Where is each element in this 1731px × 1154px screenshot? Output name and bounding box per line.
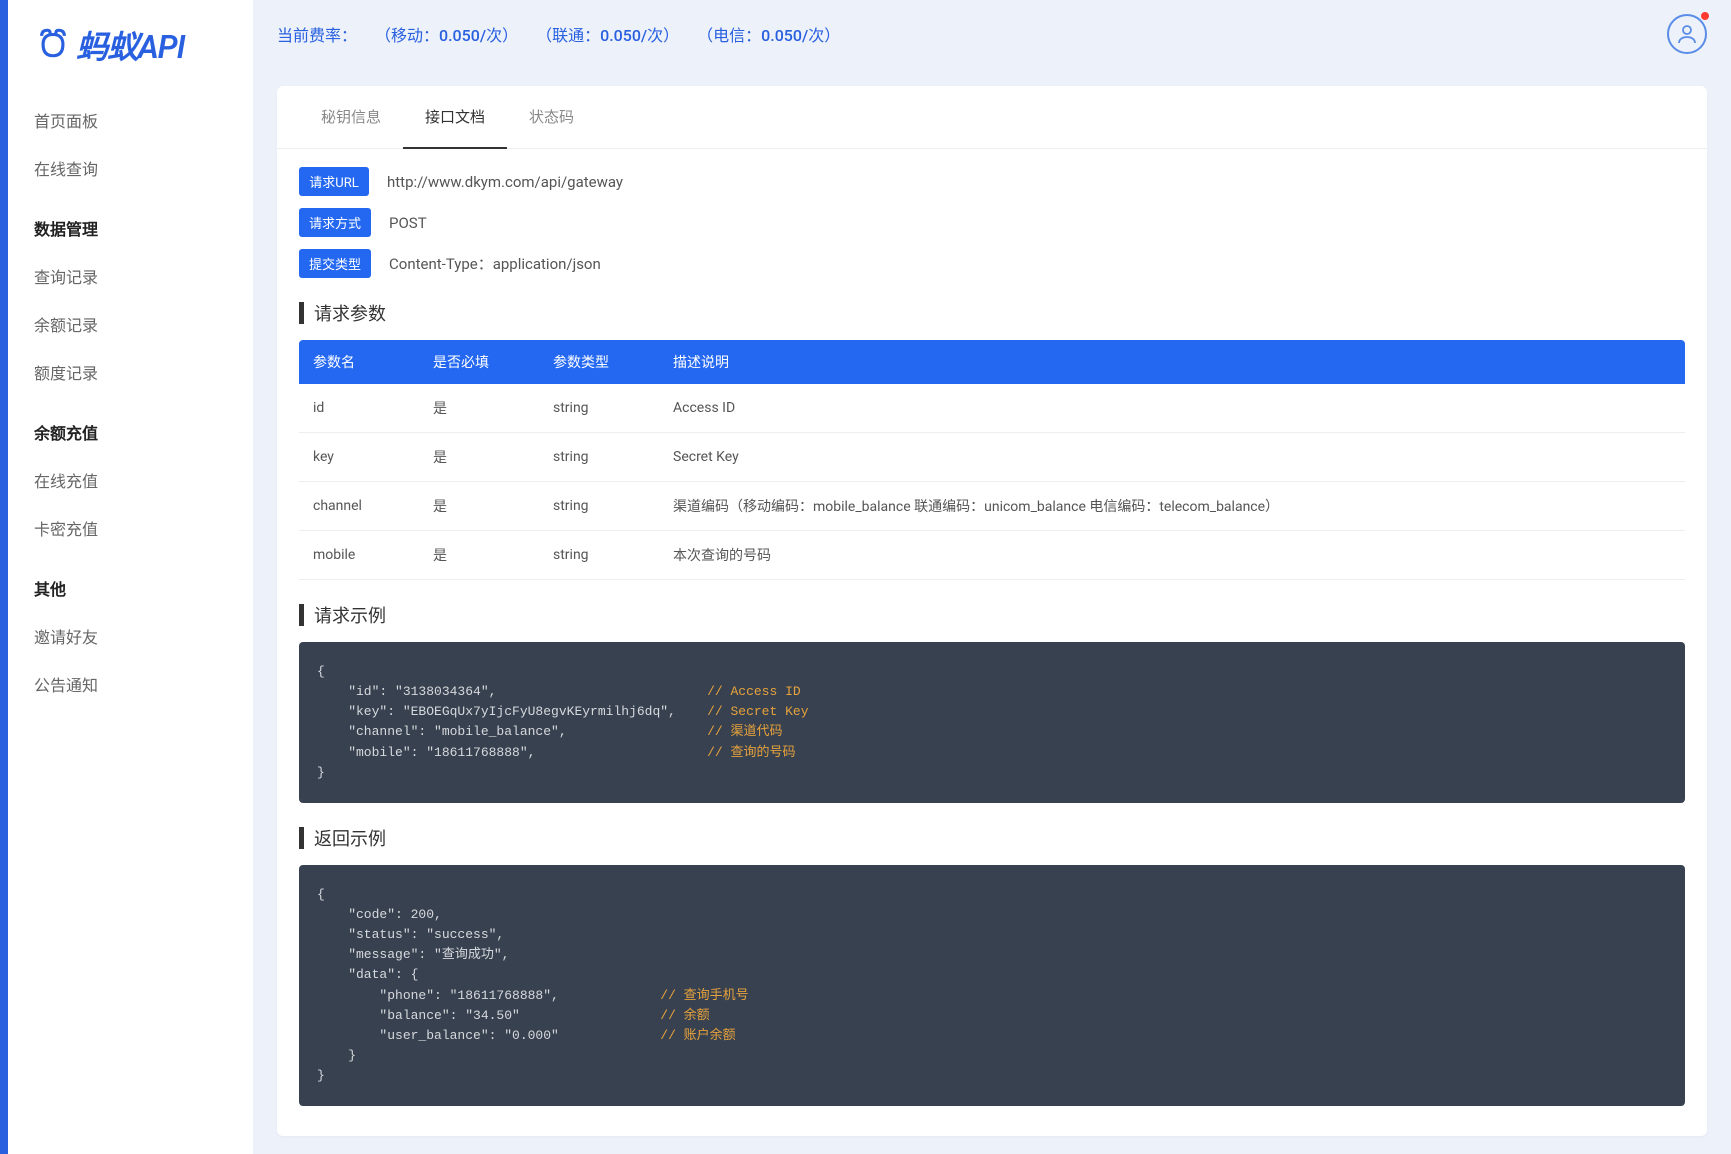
- params-header-cell: 参数名: [299, 340, 419, 384]
- info-row-0: 请求URL http://www.dkym.com/api/gateway: [299, 167, 1685, 196]
- sidebar-item-0[interactable]: 首页面板: [34, 96, 227, 144]
- table-cell: 是: [419, 384, 539, 433]
- table-row: id是stringAccess ID: [299, 384, 1685, 433]
- section-title-params: 请求参数: [299, 300, 1685, 326]
- info-row-1: 请求方式 POST: [299, 208, 1685, 237]
- tab-1[interactable]: 接口文档: [403, 86, 507, 149]
- table-row: key是stringSecret Key: [299, 433, 1685, 482]
- sidebar-item-1[interactable]: 在线查询: [34, 144, 227, 192]
- info-row-2: 提交类型 Content-Type：application/json: [299, 249, 1685, 278]
- table-cell: key: [299, 433, 419, 482]
- table-cell: mobile: [299, 531, 419, 580]
- params-header-cell: 描述说明: [659, 340, 1685, 384]
- table-cell: string: [539, 433, 659, 482]
- info-value: POST: [389, 214, 427, 232]
- tabs: 秘钥信息接口文档状态码: [277, 86, 1707, 149]
- sidebar-nav: 首页面板在线查询数据管理查询记录余额记录额度记录余额充值在线充值卡密充值其他邀请…: [8, 96, 253, 708]
- rate-text: 当前费率：（移动：0.050/次）（联通：0.050/次）（电信：0.050/次…: [277, 22, 840, 46]
- table-cell: id: [299, 384, 419, 433]
- table-cell: 本次查询的号码: [659, 531, 1685, 580]
- response-example-code: { "code": 200, "status": "success", "mes…: [299, 865, 1685, 1106]
- user-avatar[interactable]: [1667, 14, 1707, 54]
- sidebar-item-8[interactable]: 卡密充值: [34, 504, 227, 552]
- table-row: channel是string渠道编码（移动编码：mobile_balance 联…: [299, 482, 1685, 531]
- logo[interactable]: 蚂蚁API: [8, 0, 253, 96]
- params-header-cell: 参数类型: [539, 340, 659, 384]
- table-cell: Secret Key: [659, 433, 1685, 482]
- info-value: http://www.dkym.com/api/gateway: [387, 173, 623, 191]
- info-badge: 请求URL: [299, 167, 369, 196]
- table-row: mobile是string本次查询的号码: [299, 531, 1685, 580]
- table-cell: string: [539, 531, 659, 580]
- table-cell: channel: [299, 482, 419, 531]
- params-header-cell: 是否必填: [419, 340, 539, 384]
- topbar: 当前费率：（移动：0.050/次）（联通：0.050/次）（电信：0.050/次…: [253, 0, 1731, 68]
- table-cell: string: [539, 482, 659, 531]
- table-cell: Access ID: [659, 384, 1685, 433]
- info-badge: 提交类型: [299, 249, 371, 278]
- params-table: 参数名是否必填参数类型描述说明 id是stringAccess IDkey是st…: [299, 340, 1685, 580]
- info-value: Content-Type：application/json: [389, 253, 601, 274]
- table-cell: 是: [419, 482, 539, 531]
- notification-dot: [1701, 12, 1709, 20]
- sidebar-item-4[interactable]: 余额记录: [34, 300, 227, 348]
- sidebar-item-10[interactable]: 邀请好友: [34, 612, 227, 660]
- user-icon: [1675, 22, 1699, 46]
- tab-0[interactable]: 秘钥信息: [299, 86, 403, 148]
- table-cell: string: [539, 384, 659, 433]
- section-title-req-example: 请求示例: [299, 602, 1685, 628]
- info-badge: 请求方式: [299, 208, 371, 237]
- sidebar-item-3[interactable]: 查询记录: [34, 252, 227, 300]
- request-example-code: { "id": "3138034364", // Access ID "key"…: [299, 642, 1685, 803]
- sidebar-item-6: 余额充值: [34, 396, 227, 456]
- sidebar-item-11[interactable]: 公告通知: [34, 660, 227, 708]
- accent-rail: [0, 0, 8, 1154]
- main: 当前费率：（移动：0.050/次）（联通：0.050/次）（电信：0.050/次…: [253, 0, 1731, 1154]
- info-rows: 请求URL http://www.dkym.com/api/gateway 请求方式…: [277, 149, 1707, 278]
- sidebar: 蚂蚁API 首页面板在线查询数据管理查询记录余额记录额度记录余额充值在线充值卡密…: [8, 0, 253, 1154]
- logo-text: 蚂蚁API: [76, 22, 185, 68]
- sidebar-item-7[interactable]: 在线充值: [34, 456, 227, 504]
- table-cell: 是: [419, 433, 539, 482]
- tab-2[interactable]: 状态码: [507, 86, 596, 148]
- content-card: 秘钥信息接口文档状态码 请求URL http://www.dkym.com/api…: [277, 86, 1707, 1136]
- sidebar-item-9: 其他: [34, 552, 227, 612]
- section-title-resp-example: 返回示例: [299, 825, 1685, 851]
- table-cell: 是: [419, 531, 539, 580]
- table-cell: 渠道编码（移动编码：mobile_balance 联通编码：unicom_bal…: [659, 482, 1685, 531]
- sidebar-item-2: 数据管理: [34, 192, 227, 252]
- ant-icon: [36, 26, 70, 64]
- sidebar-item-5[interactable]: 额度记录: [34, 348, 227, 396]
